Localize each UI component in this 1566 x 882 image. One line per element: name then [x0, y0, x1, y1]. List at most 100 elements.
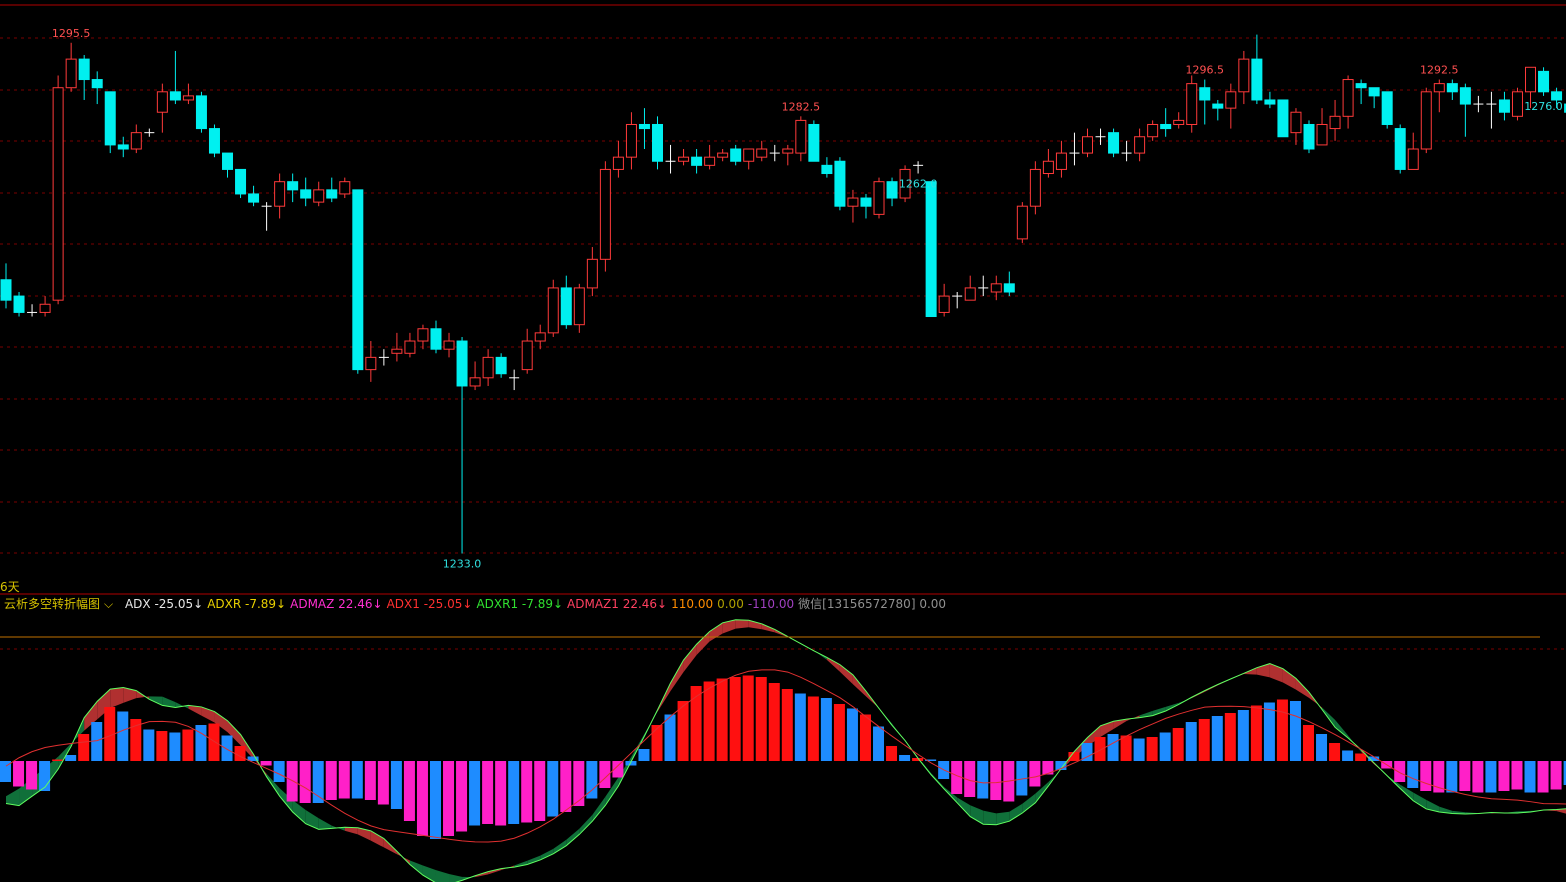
candle — [938, 283, 950, 317]
histogram-bar — [52, 759, 64, 761]
histogram-bar — [873, 726, 885, 761]
candle — [769, 144, 780, 162]
candle-body — [1407, 148, 1419, 170]
candle-body — [521, 340, 533, 371]
candle — [13, 292, 25, 317]
histogram-bar — [1289, 701, 1301, 761]
histogram-bar — [1107, 734, 1119, 761]
candle-body — [130, 132, 142, 150]
candle-body — [599, 168, 611, 260]
legend-value: -110.00 — [747, 597, 795, 611]
histogram-bar — [403, 761, 415, 821]
candle-body — [469, 377, 481, 387]
histogram-bar — [1329, 743, 1341, 761]
histogram-bar — [977, 761, 989, 799]
price-annotation: 1276.0 — [1524, 100, 1563, 113]
histogram-bar — [886, 746, 898, 761]
candle-body — [1355, 83, 1367, 89]
candle — [1121, 140, 1132, 162]
candle — [456, 336, 468, 554]
candle — [1199, 79, 1211, 125]
candle-body — [717, 152, 729, 158]
candle-body — [1433, 83, 1445, 93]
indicator-band-segment — [435, 870, 450, 882]
candle — [235, 168, 247, 199]
candle — [521, 328, 533, 374]
indicator-band-segment — [1295, 678, 1309, 698]
histogram-bar — [1146, 737, 1158, 761]
candle-body — [1055, 152, 1067, 170]
candle-body — [1511, 91, 1523, 117]
histogram-bar — [1394, 761, 1406, 782]
candle-body — [652, 123, 663, 162]
chevron-down-icon[interactable]: ⌵ — [104, 597, 113, 611]
candle — [886, 177, 898, 207]
histogram-bar — [677, 701, 689, 761]
candle-body — [65, 58, 77, 89]
histogram-bar — [1446, 761, 1458, 793]
candle — [1342, 75, 1354, 129]
indicator-band-segment — [1009, 803, 1023, 822]
histogram-bar — [416, 761, 428, 836]
histogram-bar — [1342, 750, 1354, 761]
histogram-bar — [690, 686, 702, 761]
histogram-bar — [833, 704, 845, 761]
candle — [560, 275, 572, 329]
indicator-band-segment — [566, 828, 580, 846]
histogram-bar — [117, 711, 129, 761]
candle — [482, 349, 494, 386]
candle-body — [0, 279, 12, 301]
candle — [573, 283, 585, 333]
candle — [404, 332, 416, 358]
candle — [130, 124, 142, 154]
candle-body — [1420, 91, 1432, 150]
histogram-bar — [26, 761, 38, 790]
candle — [65, 42, 77, 92]
histogram-bar — [573, 761, 585, 806]
candle-body — [404, 340, 416, 354]
candle-body — [1186, 83, 1198, 125]
candle-body — [925, 181, 937, 318]
candle-body — [1538, 70, 1550, 93]
histogram-bar — [729, 677, 741, 761]
histogram-bar — [560, 761, 572, 812]
candle-body — [860, 197, 872, 207]
indicator-name[interactable]: 云析多空转折幅图 ⌵ — [4, 597, 117, 611]
candle — [1473, 95, 1484, 113]
candle-body — [1225, 91, 1237, 109]
candle — [1173, 112, 1185, 129]
candle-body — [1525, 66, 1537, 93]
candle — [222, 152, 234, 178]
candle-body — [1147, 123, 1159, 138]
candle — [248, 185, 260, 207]
candle — [443, 332, 455, 358]
candle-body — [13, 295, 25, 313]
indicator-band-segment — [1282, 668, 1296, 690]
candle — [326, 177, 338, 203]
candle — [1108, 128, 1120, 158]
histogram-bar — [1211, 716, 1223, 761]
candle-body — [938, 295, 950, 313]
candle — [665, 144, 676, 174]
candle — [1486, 91, 1497, 129]
candle — [913, 161, 924, 174]
histogram-bar — [1263, 702, 1275, 761]
candle-body — [795, 119, 807, 154]
candle-body — [287, 181, 299, 191]
candle — [1238, 50, 1250, 105]
histogram-bar — [1276, 699, 1288, 761]
candle-body — [313, 189, 325, 203]
candle-body — [821, 164, 833, 175]
histogram-bar — [156, 731, 168, 761]
price-chart[interactable]: 1295.5 1233.0 1282.5 1262.0 1296.5 1292.5 1276… — [0, 0, 1566, 882]
candle — [990, 275, 1002, 301]
candle — [599, 161, 611, 272]
indicator-band-segment — [983, 810, 997, 825]
histogram-bar — [234, 746, 246, 761]
candle-body — [1238, 58, 1250, 93]
candle-body — [1342, 79, 1354, 117]
candle — [104, 91, 116, 154]
candle — [534, 324, 546, 350]
candle — [964, 275, 976, 301]
candle-body — [1029, 168, 1041, 207]
